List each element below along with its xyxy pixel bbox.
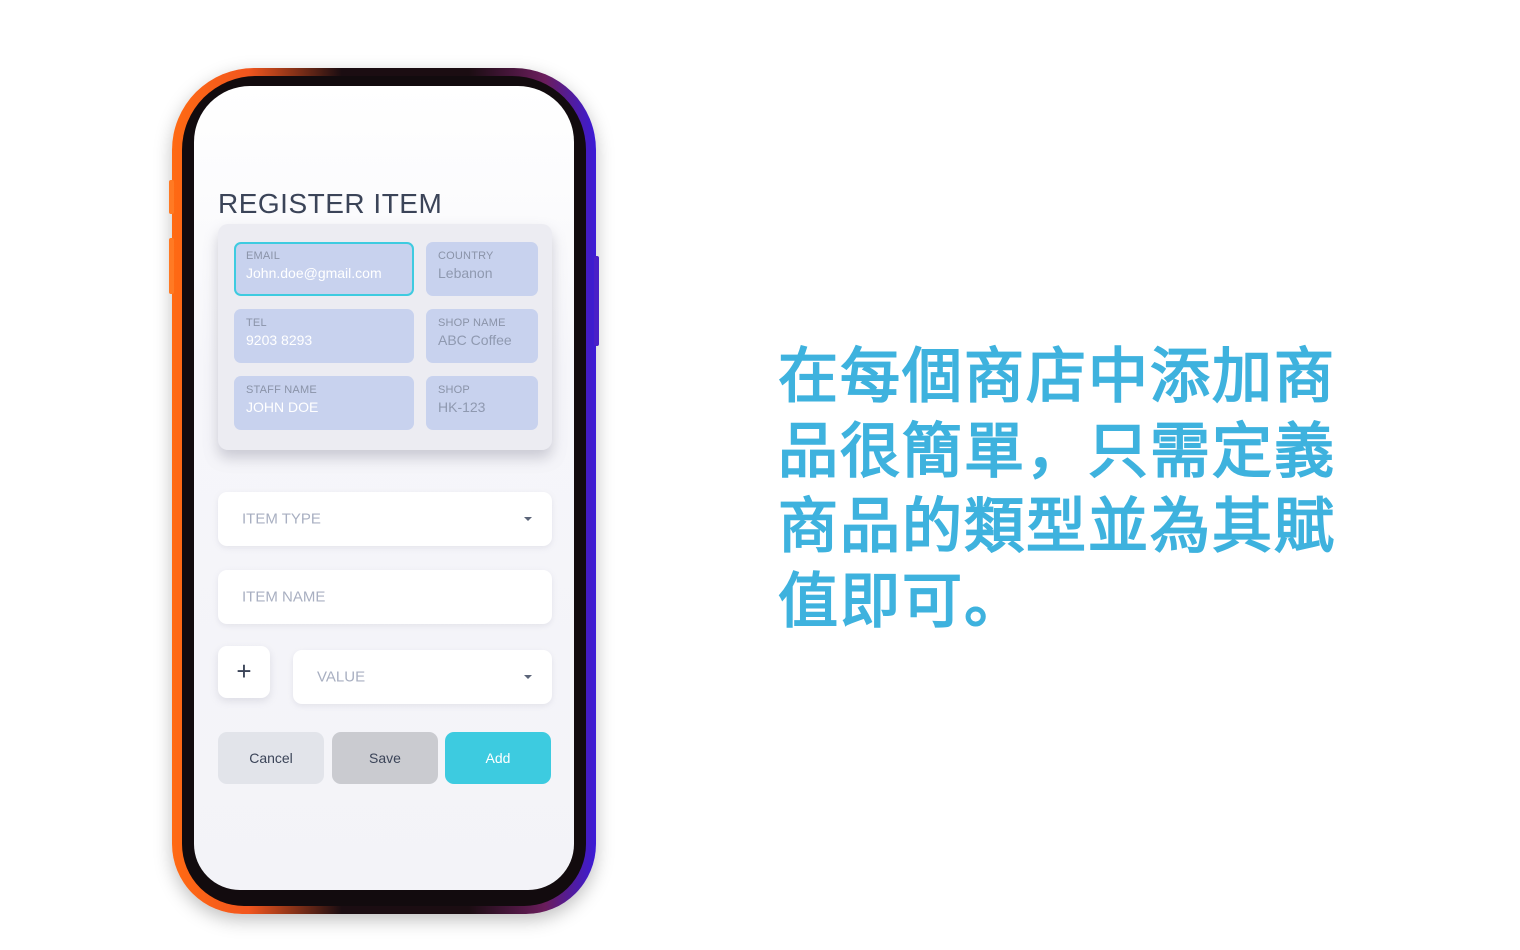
stage: REGISTER ITEM EMAIL John.doe@gmail.com C… — [0, 0, 1520, 950]
chevron-down-icon — [524, 675, 532, 679]
email-field[interactable]: EMAIL John.doe@gmail.com — [234, 242, 414, 296]
item-type-placeholder: ITEM TYPE — [242, 510, 321, 528]
shop-field[interactable]: SHOP HK-123 — [426, 376, 538, 430]
shop-name-value: ABC Coffee — [438, 332, 512, 348]
shop-name-label: SHOP NAME — [438, 317, 506, 329]
shop-label: SHOP — [438, 384, 470, 396]
item-name-input[interactable]: ITEM NAME — [218, 570, 552, 624]
shop-name-field[interactable]: SHOP NAME ABC Coffee — [426, 309, 538, 363]
staff-name-value: JOHN DOE — [246, 399, 319, 415]
save-button[interactable]: Save — [332, 732, 438, 784]
cancel-button[interactable]: Cancel — [218, 732, 324, 784]
promo-text: 在每個商店中添加商品很簡單，只需定義商品的類型並為其賦值即可。 — [778, 342, 1336, 637]
phone-frame: REGISTER ITEM EMAIL John.doe@gmail.com C… — [169, 68, 599, 914]
tel-field[interactable]: TEL 9203 8293 — [234, 309, 414, 363]
item-type-select[interactable]: ITEM TYPE — [218, 492, 552, 546]
value-placeholder: VALUE — [317, 668, 366, 686]
email-value: John.doe@gmail.com — [246, 265, 382, 281]
plus-icon: + — [236, 656, 252, 686]
staff-name-field[interactable]: STAFF NAME JOHN DOE — [234, 376, 414, 430]
page-title: REGISTER ITEM — [218, 188, 443, 219]
add-value-button[interactable]: + — [218, 646, 270, 698]
phone-side-button — [169, 180, 174, 214]
item-name-placeholder: ITEM NAME — [242, 588, 326, 606]
email-label: EMAIL — [246, 250, 281, 262]
add-button[interactable]: Add — [445, 732, 551, 784]
tel-value: 9203 8293 — [246, 332, 313, 348]
phone-screen: REGISTER ITEM EMAIL John.doe@gmail.com C… — [194, 86, 574, 890]
country-field[interactable]: COUNTRY Lebanon — [426, 242, 538, 296]
phone-side-button — [169, 238, 174, 294]
country-value: Lebanon — [438, 265, 493, 281]
country-label: COUNTRY — [438, 250, 494, 262]
tel-label: TEL — [246, 317, 267, 329]
value-select[interactable]: VALUE — [293, 650, 552, 704]
info-card: EMAIL John.doe@gmail.com COUNTRY Lebanon… — [218, 224, 552, 450]
shop-value: HK-123 — [438, 399, 486, 415]
phone-side-button — [594, 256, 599, 346]
staff-name-label: STAFF NAME — [246, 384, 317, 396]
chevron-down-icon — [524, 517, 532, 521]
